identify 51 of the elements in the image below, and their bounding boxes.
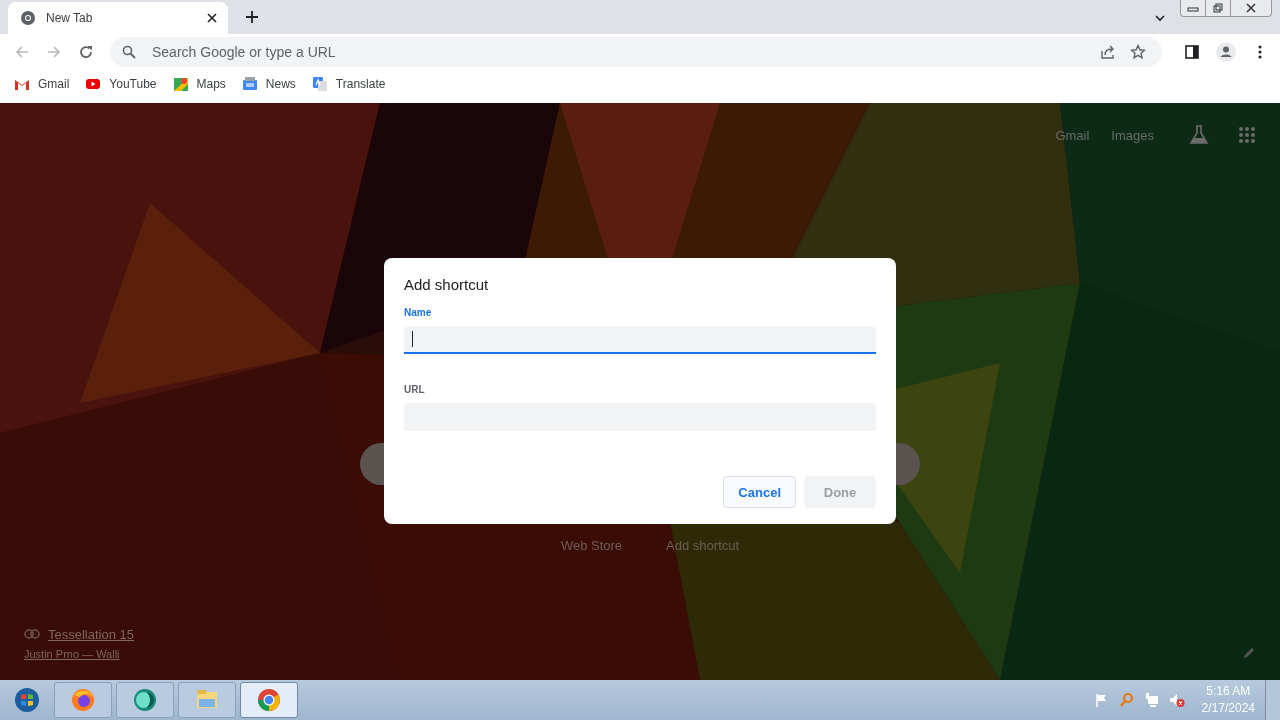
field-label: URL: [404, 384, 426, 395]
gmail-link[interactable]: Gmail: [1055, 127, 1090, 143]
shortcut-label[interactable]: Web Store: [560, 538, 623, 553]
clock-time: 5:16 AM: [1206, 683, 1251, 700]
taskbar-button[interactable]: [116, 682, 174, 718]
dialog-title: Add shortcut: [404, 276, 490, 293]
clock[interactable]: 5:16 AM 2/17/2024: [1201, 683, 1255, 717]
chrome-icon: [256, 687, 282, 713]
browser-tab[interactable]: New Tab: [8, 2, 228, 34]
windows-logo-icon: [14, 687, 40, 713]
link-icon: [24, 626, 40, 642]
bookmark-link[interactable]: Translate: [335, 77, 386, 91]
wallpaper-title-link[interactable]: Tessellation 15: [48, 626, 134, 642]
pencil-icon[interactable]: [1242, 646, 1256, 660]
input-field[interactable]: [404, 326, 876, 354]
star-icon[interactable]: [1130, 44, 1146, 60]
firefox-icon: [70, 687, 96, 713]
search-icon: [122, 45, 136, 59]
tab-title: New Tab: [46, 11, 94, 25]
show-desktop-button[interactable]: [1265, 680, 1280, 720]
address-bar[interactable]: Search Google or type a URL: [110, 37, 1162, 67]
cancel-button[interactable]: Cancel: [723, 476, 796, 508]
reload-icon[interactable]: [78, 44, 94, 60]
speaker-muted-icon[interactable]: [1168, 692, 1185, 708]
taskbar-button[interactable]: [54, 682, 112, 718]
wallpaper-author-link[interactable]: Justin Prno — Walli: [24, 648, 134, 660]
images-link[interactable]: Images: [1111, 127, 1154, 143]
field-label: Name: [404, 307, 433, 318]
apps-grid-icon[interactable]: [1238, 126, 1256, 144]
restore-icon: [1212, 3, 1224, 13]
newspaper-icon: [241, 76, 258, 92]
chevron-down-icon[interactable]: [1154, 12, 1166, 24]
share-icon[interactable]: [1100, 44, 1116, 60]
play-icon: [85, 76, 102, 92]
translate-icon: [311, 76, 328, 92]
shortcut-label[interactable]: Add shortcut: [666, 538, 740, 553]
close-icon[interactable]: [206, 12, 218, 24]
profile-icon[interactable]: [1216, 42, 1236, 62]
chrome-icon: [20, 10, 36, 26]
plus-icon[interactable]: [245, 10, 259, 24]
bookmark-link[interactable]: Gmail: [38, 77, 70, 91]
globe-icon: [132, 687, 158, 713]
map-icon: [172, 76, 189, 92]
flask-icon[interactable]: [1188, 124, 1210, 146]
side-panel-icon[interactable]: [1184, 44, 1200, 60]
clock-date: 2/17/2024: [1201, 700, 1255, 717]
bookmark-link[interactable]: Maps: [196, 77, 226, 91]
close-icon: [1245, 3, 1257, 13]
bookmark-link[interactable]: YouTube: [109, 77, 157, 91]
bookmark-link[interactable]: News: [265, 77, 296, 91]
taskbar-button[interactable]: [240, 682, 298, 718]
